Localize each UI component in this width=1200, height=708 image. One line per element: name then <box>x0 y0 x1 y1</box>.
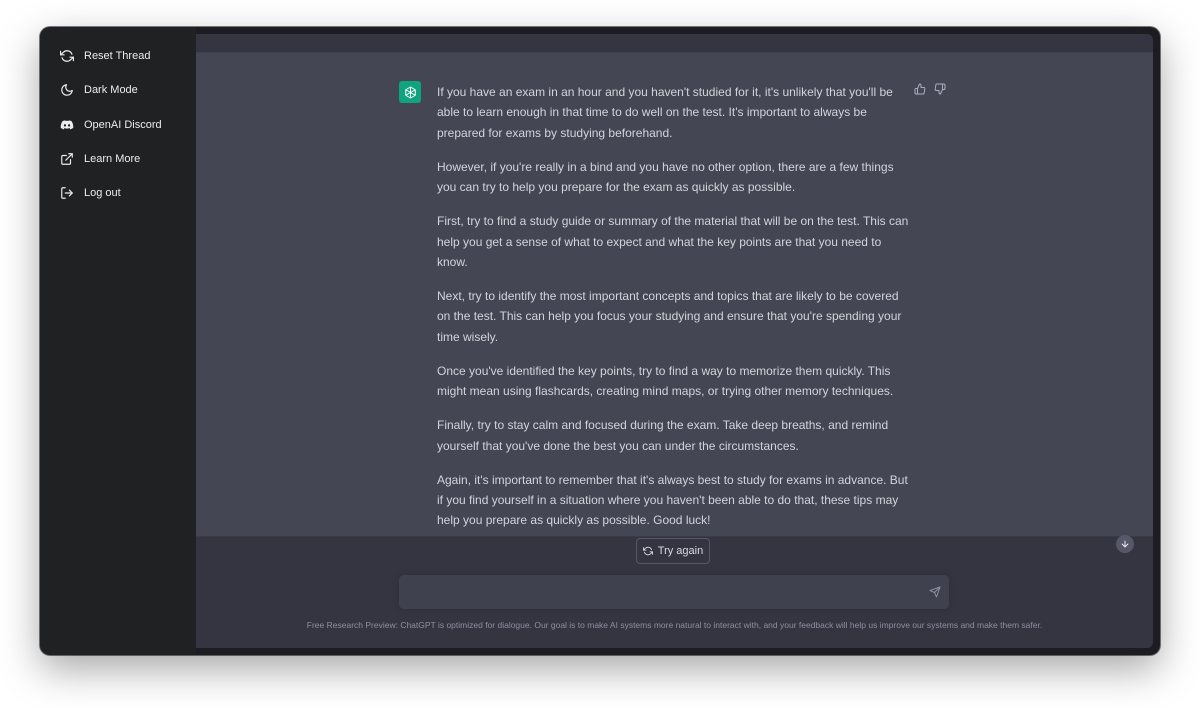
footer-disclaimer: Free Research Preview: ChatGPT is optimi… <box>306 620 1043 630</box>
refresh-icon <box>642 546 653 556</box>
sidebar-item-label: Reset Thread <box>84 50 151 62</box>
thumbs-down-button[interactable] <box>934 83 946 95</box>
openai-logo-icon <box>399 81 421 103</box>
chat-main: If you have an exam in an hour and you h… <box>196 34 1153 648</box>
sidebar-item-label: Dark Mode <box>84 84 138 96</box>
message-composer <box>399 575 949 611</box>
message-input[interactable] <box>409 575 913 611</box>
scroll-to-bottom-button[interactable] <box>1116 535 1134 553</box>
assistant-message: If you have an exam in an hour and you h… <box>196 53 1153 537</box>
try-again-label: Try again <box>657 545 704 557</box>
sidebar: Reset Thread Dark Mode OpenAI Discord Le… <box>40 27 196 655</box>
logout-icon <box>60 186 74 200</box>
refresh-icon <box>60 49 74 63</box>
assistant-message-text: If you have an exam in an hour and you h… <box>437 82 909 544</box>
thumbs-up-icon <box>914 83 926 95</box>
message-paragraph: However, if you're really in a bind and … <box>437 159 894 195</box>
sidebar-item-learn-more[interactable]: Learn More <box>48 144 188 174</box>
sidebar-item-label: Log out <box>84 187 121 199</box>
moon-icon <box>60 83 74 97</box>
sidebar-item-openai-discord[interactable]: OpenAI Discord <box>48 110 188 140</box>
sidebar-item-log-out[interactable]: Log out <box>48 178 188 208</box>
sidebar-item-reset-thread[interactable]: Reset Thread <box>48 41 188 71</box>
app-window: Reset Thread Dark Mode OpenAI Discord Le… <box>40 27 1160 655</box>
try-again-button[interactable]: Try again <box>636 538 710 564</box>
external-link-icon <box>60 152 74 166</box>
message-paragraph: If you have an exam in an hour and you h… <box>437 85 893 140</box>
message-paragraph: Next, try to identify the most important… <box>437 289 902 344</box>
message-paragraph: Finally, try to stay calm and focused du… <box>437 418 889 453</box>
top-bar <box>196 34 1153 53</box>
sidebar-item-label: OpenAI Discord <box>84 119 162 131</box>
message-paragraph: Again, it's important to remember that i… <box>437 472 908 528</box>
message-paragraph: First, try to find a study guide or summ… <box>437 214 909 270</box>
sidebar-item-dark-mode[interactable]: Dark Mode <box>48 75 188 105</box>
thumbs-down-icon <box>934 83 946 95</box>
message-paragraph: Once you've identified the key points, t… <box>437 363 894 399</box>
send-icon <box>929 586 941 598</box>
discord-icon <box>60 118 74 132</box>
thumbs-up-button[interactable] <box>914 83 926 95</box>
send-button[interactable] <box>929 586 941 598</box>
arrow-down-icon <box>1121 540 1129 548</box>
sidebar-item-label: Learn More <box>84 153 141 165</box>
